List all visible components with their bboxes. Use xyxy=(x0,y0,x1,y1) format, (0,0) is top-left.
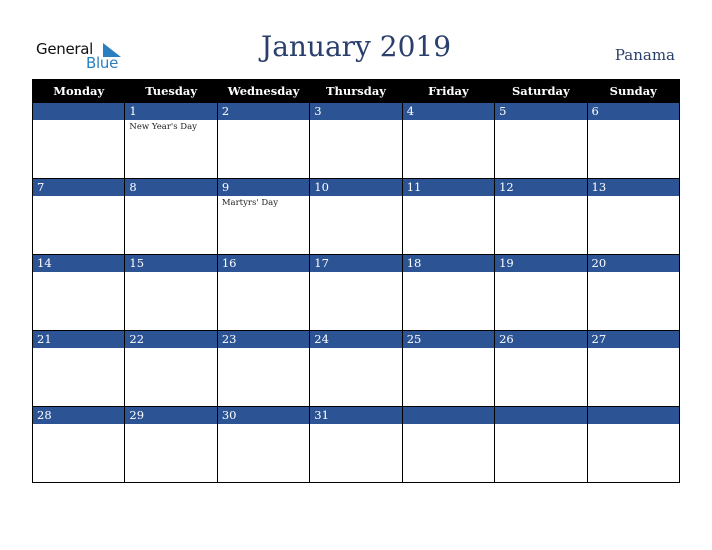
calendar-grid: Monday Tuesday Wednesday Thursday Friday… xyxy=(31,79,681,483)
day-number: 18 xyxy=(402,255,495,272)
day-cell[interactable]: 22 xyxy=(124,330,218,407)
day-number: 15 xyxy=(125,255,217,272)
week-row: 14 15 16 17 18 19 20 xyxy=(31,254,681,331)
day-cell[interactable]: 18 xyxy=(401,254,496,331)
country-label: Panama xyxy=(614,46,675,64)
day-number: 12 xyxy=(495,179,587,196)
day-number: 25 xyxy=(402,331,495,348)
day-cell[interactable]: 8 xyxy=(124,178,218,255)
day-cell[interactable]: 21 xyxy=(31,330,126,407)
day-cell[interactable]: 17 xyxy=(309,254,403,331)
day-number: 3 xyxy=(310,103,402,120)
day-number: 16 xyxy=(217,255,310,272)
day-cell[interactable]: 30 xyxy=(216,406,311,483)
day-number: 21 xyxy=(33,331,125,348)
day-cell[interactable]: 6 xyxy=(586,102,681,179)
day-cell[interactable]: 12 xyxy=(494,178,588,255)
day-number xyxy=(495,407,587,424)
day-number: 6 xyxy=(587,103,679,120)
day-cell[interactable] xyxy=(401,406,496,483)
day-number: 22 xyxy=(125,331,217,348)
weekday-header: Thursday xyxy=(309,79,403,103)
day-number: 31 xyxy=(310,407,402,424)
day-cell[interactable]: 3 xyxy=(309,102,403,179)
page-title: January 2019 xyxy=(260,30,452,63)
weekday-header: Friday xyxy=(401,79,496,103)
day-number: 19 xyxy=(495,255,587,272)
week-row: 28 29 30 31 xyxy=(31,406,681,483)
day-number: 7 xyxy=(33,179,125,196)
week-row: 21 22 23 24 25 26 27 xyxy=(31,330,681,407)
holiday-label: New Year's Day xyxy=(129,122,197,132)
day-cell[interactable]: 23 xyxy=(216,330,311,407)
weekday-header: Sunday xyxy=(586,79,681,103)
day-cell[interactable] xyxy=(586,406,681,483)
day-number: 27 xyxy=(587,331,679,348)
weekday-header: Monday xyxy=(31,79,126,103)
weekday-header: Wednesday xyxy=(216,79,311,103)
day-number: 5 xyxy=(495,103,587,120)
day-number: 29 xyxy=(125,407,217,424)
day-cell[interactable]: 20 xyxy=(586,254,681,331)
day-cell[interactable]: 19 xyxy=(494,254,588,331)
day-cell[interactable]: 4 xyxy=(401,102,496,179)
day-number: 11 xyxy=(402,179,495,196)
day-number: 8 xyxy=(125,179,217,196)
day-number: 14 xyxy=(33,255,125,272)
weekday-header-row: Monday Tuesday Wednesday Thursday Friday… xyxy=(31,79,681,103)
weekday-header: Tuesday xyxy=(124,79,218,103)
day-cell[interactable]: 2 xyxy=(216,102,311,179)
day-number: 2 xyxy=(217,103,310,120)
day-number: 9 xyxy=(217,179,310,196)
day-cell[interactable]: 9 Martyrs' Day xyxy=(216,178,311,255)
day-cell[interactable]: 13 xyxy=(586,178,681,255)
day-number: 10 xyxy=(310,179,402,196)
day-number: 23 xyxy=(217,331,310,348)
day-cell[interactable]: 29 xyxy=(124,406,218,483)
day-cell[interactable]: 1 New Year's Day xyxy=(124,102,218,179)
day-cell[interactable] xyxy=(494,406,588,483)
day-number xyxy=(33,103,125,120)
day-cell[interactable]: 28 xyxy=(31,406,126,483)
day-number: 17 xyxy=(310,255,402,272)
day-number: 1 xyxy=(125,103,217,120)
week-row: 1 New Year's Day 2 3 4 5 6 xyxy=(31,102,681,179)
day-number xyxy=(402,407,495,424)
day-number: 30 xyxy=(217,407,310,424)
day-cell[interactable]: 5 xyxy=(494,102,588,179)
day-cell[interactable]: 10 xyxy=(309,178,403,255)
week-row: 7 8 9 Martyrs' Day 10 11 12 13 xyxy=(31,178,681,255)
day-number: 20 xyxy=(587,255,679,272)
day-cell[interactable]: 27 xyxy=(586,330,681,407)
day-cell[interactable]: 7 xyxy=(31,178,126,255)
day-cell[interactable]: 11 xyxy=(401,178,496,255)
day-number: 4 xyxy=(402,103,495,120)
day-number: 26 xyxy=(495,331,587,348)
day-cell[interactable]: 14 xyxy=(31,254,126,331)
day-number: 24 xyxy=(310,331,402,348)
day-cell[interactable]: 16 xyxy=(216,254,311,331)
day-number xyxy=(587,407,679,424)
day-cell[interactable]: 24 xyxy=(309,330,403,407)
weekday-header: Saturday xyxy=(494,79,588,103)
day-number: 28 xyxy=(33,407,125,424)
day-number: 13 xyxy=(587,179,679,196)
day-cell[interactable] xyxy=(31,102,126,179)
day-cell[interactable]: 25 xyxy=(401,330,496,407)
day-cell[interactable]: 26 xyxy=(494,330,588,407)
day-cell[interactable]: 31 xyxy=(309,406,403,483)
holiday-label: Martyrs' Day xyxy=(221,198,279,208)
day-cell[interactable]: 15 xyxy=(124,254,218,331)
